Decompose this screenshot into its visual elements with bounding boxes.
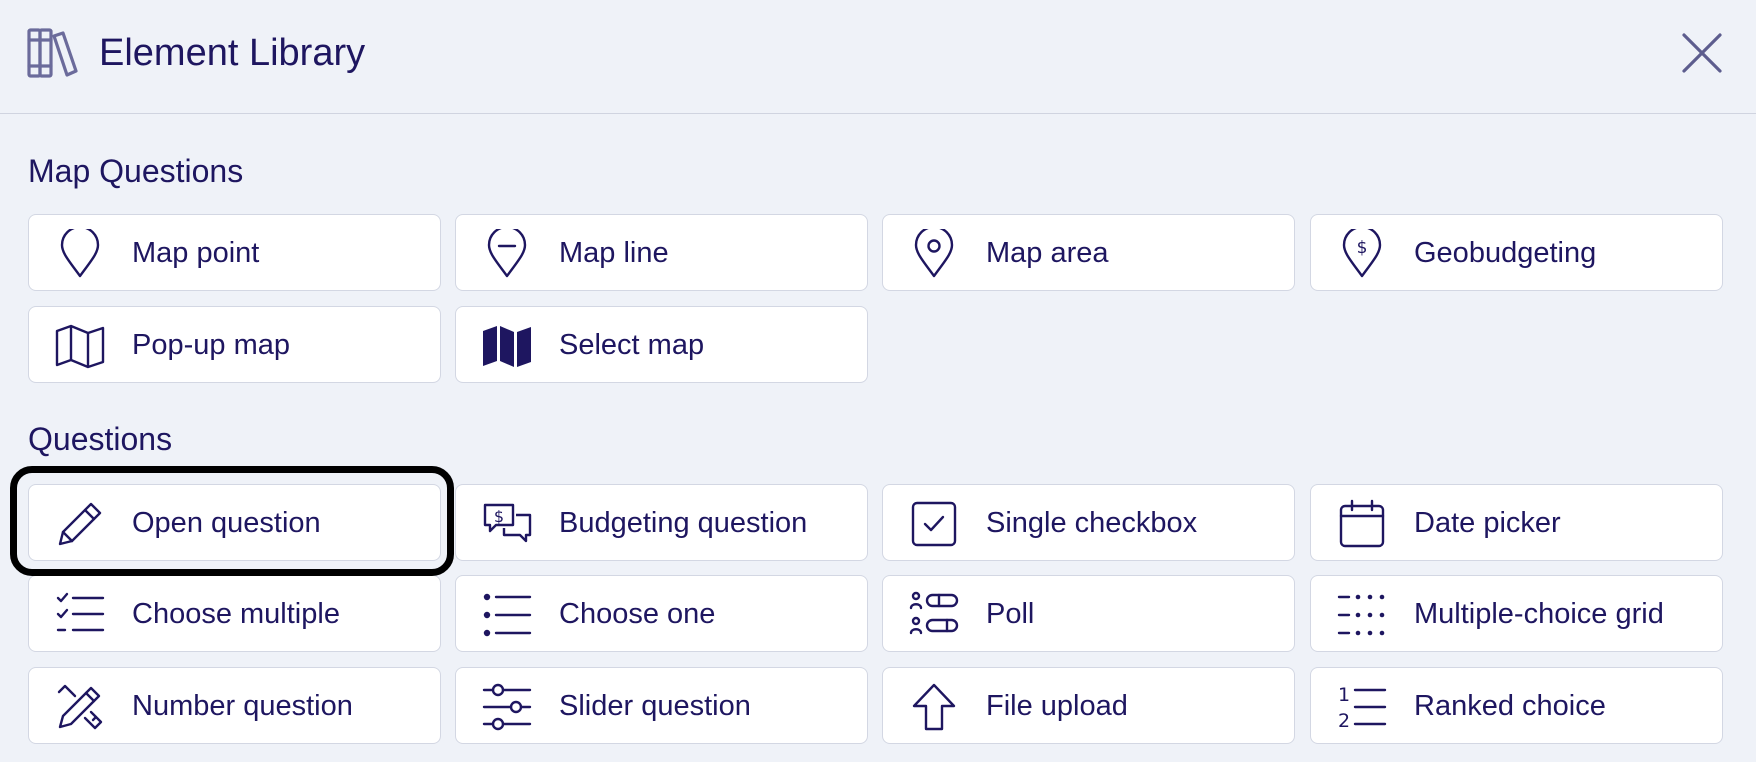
card-label: Map area [986, 237, 1109, 269]
ranked-choice-button[interactable]: 1 2 Ranked choice [1310, 667, 1723, 744]
single-checkbox-button[interactable]: Single checkbox [882, 484, 1295, 561]
dollar-pin-icon: $ [1342, 229, 1382, 278]
svg-text:$: $ [494, 507, 504, 526]
card-label: Single checkbox [986, 507, 1198, 539]
section-title-questions: Questions [28, 421, 173, 457]
open-question-button[interactable]: Open question [28, 484, 441, 561]
card-label: Number question [132, 690, 353, 722]
pencil-icon [58, 502, 102, 546]
map-filled-icon [483, 326, 531, 367]
pencil-ruler-icon [57, 684, 103, 730]
card-label: Poll [986, 598, 1035, 630]
file-upload-button[interactable]: File upload [882, 667, 1295, 744]
card-label: Budgeting question [559, 507, 808, 539]
card-label: Open question [132, 507, 321, 539]
map-pin-icon [60, 229, 100, 278]
select-map-button[interactable]: Select map [455, 306, 868, 383]
map-area-pin-icon [914, 229, 954, 278]
svg-text:1: 1 [1338, 684, 1350, 706]
map-area-button[interactable]: Map area [882, 214, 1295, 291]
card-label: Date picker [1414, 507, 1561, 539]
date-picker-button[interactable]: Date picker [1310, 484, 1723, 561]
card-label: Slider question [559, 690, 751, 722]
card-label: File upload [986, 690, 1128, 722]
number-question-button[interactable]: Number question [28, 667, 441, 744]
grid-icon [1337, 594, 1385, 636]
map-point-button[interactable]: Map point [28, 214, 441, 291]
card-label: Ranked choice [1414, 690, 1606, 722]
poll-button[interactable]: Poll [882, 575, 1295, 652]
books-icon [27, 28, 78, 78]
checkbox-icon [911, 501, 957, 547]
card-label: Choose one [559, 598, 716, 630]
multiple-choice-grid-button[interactable]: Multiple-choice grid [1310, 575, 1723, 652]
element-library-header: Element Library [0, 0, 1756, 114]
map-line-pin-icon [487, 229, 527, 278]
arrow-up-icon [912, 683, 956, 731]
close-icon[interactable] [1680, 31, 1724, 75]
choose-multiple-button[interactable]: Choose multiple [28, 575, 441, 652]
card-label: Choose multiple [132, 598, 340, 630]
svg-text:$: $ [1357, 238, 1368, 258]
svg-text:2: 2 [1338, 710, 1350, 732]
popup-map-button[interactable]: Pop-up map [28, 306, 441, 383]
card-label: Select map [559, 329, 705, 361]
card-label: Map point [132, 237, 260, 269]
card-label: Geobudgeting [1414, 237, 1597, 269]
choose-one-button[interactable]: Choose one [455, 575, 868, 652]
sliders-icon [482, 683, 532, 731]
slider-question-button[interactable]: Slider question [455, 667, 868, 744]
calendar-icon [1339, 499, 1385, 548]
card-label: Map line [559, 237, 669, 269]
map-outline-icon [55, 324, 105, 369]
poll-icon [909, 591, 959, 635]
card-label: Multiple-choice grid [1414, 598, 1664, 630]
numbered-list-icon: 1 2 [1338, 684, 1387, 732]
card-label: Pop-up map [132, 329, 290, 361]
budgeting-question-button[interactable]: $ Budgeting question [455, 484, 868, 561]
map-line-button[interactable]: Map line [455, 214, 868, 291]
geobudgeting-button[interactable]: $ Geobudgeting [1310, 214, 1723, 291]
bullet-list-icon [483, 593, 532, 637]
section-title-map-questions: Map Questions [28, 153, 244, 189]
checklist-icon [56, 592, 105, 632]
page-title: Element Library [99, 32, 366, 74]
dollar-chat-icon: $ [483, 503, 532, 543]
